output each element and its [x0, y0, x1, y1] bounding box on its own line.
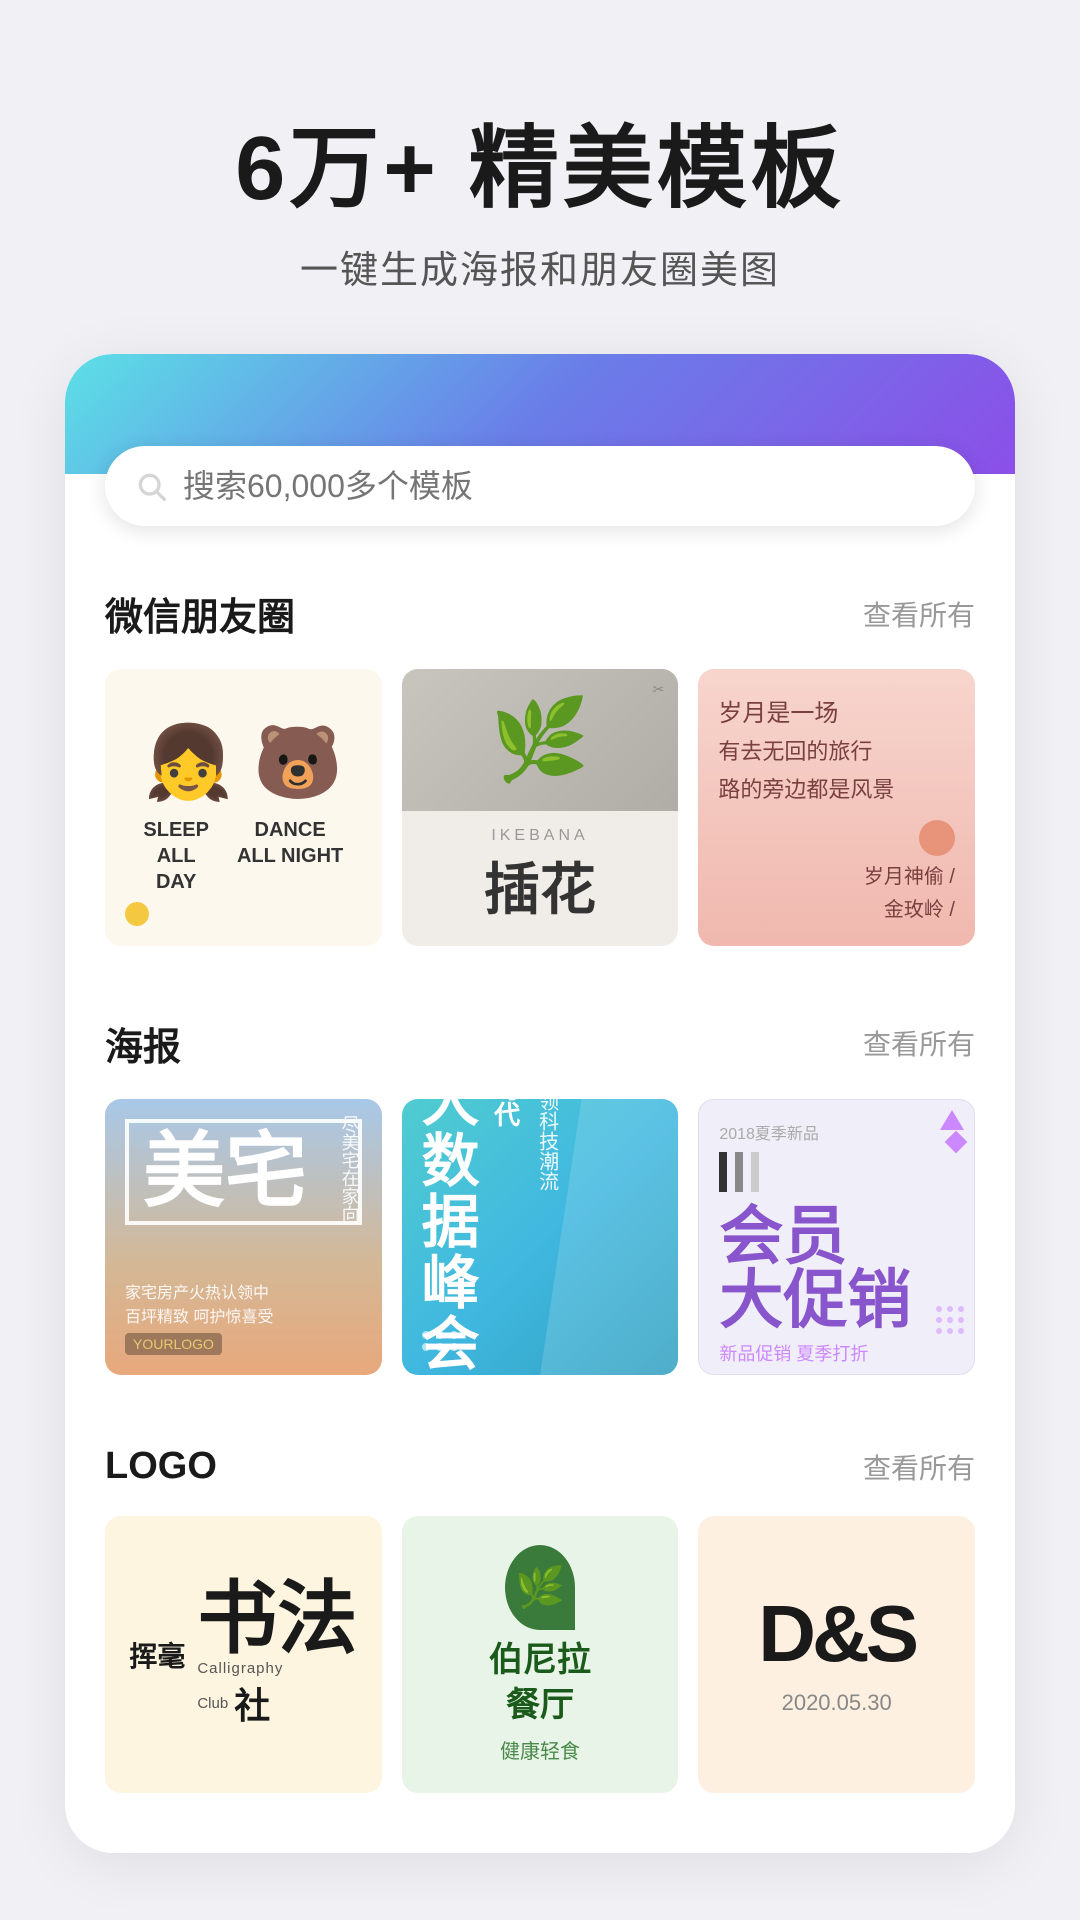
wechat-section-header: 微信朋友圈 查看所有: [105, 586, 975, 641]
header-subtitle: 一键生成海报和朋友圈美图: [80, 239, 1000, 294]
header-title: 6万+ 精美模板: [80, 120, 1000, 219]
card-label-row: SLEEPALLDAY DANCEALL NIGHT: [143, 817, 343, 895]
poster-section-title: 海报: [105, 1016, 181, 1071]
main-card: 微信朋友圈 查看所有 👧 🐻 SLEEPALLDAY DANCEALL NIGH…: [65, 354, 1015, 1853]
ikebana-scissors: ✂: [653, 681, 667, 698]
poster3-stripes: [719, 1152, 954, 1192]
poster-template-3[interactable]: 2018夏季新品 会员大促销 新品促销 夏季打折 2019.5.03.01~03…: [698, 1099, 975, 1376]
deco-triangle: [940, 1110, 964, 1130]
logo-template-3[interactable]: D&S 2020.05.30: [698, 1516, 975, 1793]
search-bar[interactable]: [105, 446, 975, 526]
logo-view-all[interactable]: 查看所有: [863, 1447, 975, 1487]
poster-section: 海报 查看所有 美宅 尽美宅在家向 家宅房产火热认领中百坪精致 呵护惊喜受 YO…: [65, 1016, 1015, 1376]
emoji-row: 👧 🐻: [144, 720, 343, 805]
wechat-section-title: 微信朋友圈: [105, 586, 295, 641]
logo1-calligraphy-en: Calligraphy: [197, 1660, 283, 1677]
poster3-main-text: 会员大促销: [719, 1204, 954, 1332]
logo3-main: D&S: [758, 1594, 915, 1674]
author1: 岁月神偷 /: [864, 860, 955, 889]
dance-label: DANCEALL NIGHT: [237, 817, 343, 895]
poster-view-all[interactable]: 查看所有: [863, 1023, 975, 1063]
sleep-emoji: 👧: [144, 720, 234, 805]
logo1-brushstroke-cn: 挥毫: [129, 1635, 185, 1675]
poster1-right-text: 尽美宅在家向: [333, 1115, 365, 1223]
author2: 金玫岭 /: [884, 893, 955, 922]
header: 6万+ 精美模板 一键生成海报和朋友圈美图: [0, 0, 1080, 354]
logo-section-header: LOGO 查看所有: [105, 1445, 975, 1488]
poem-line2: 有去无回的旅行: [718, 734, 955, 766]
logo1-left: 挥毫: [129, 1635, 185, 1675]
logo1-main-cn: 书法: [197, 1580, 357, 1660]
poem-line3: 路的旁边都是风景: [718, 772, 955, 804]
wechat-template-3[interactable]: 岁月是一场 有去无回的旅行 路的旁边都是风景 岁月神偷 / 金玫岭 /: [698, 669, 975, 946]
logo-template-grid: 挥毫 书法 Calligraphy Club 社 🌿: [105, 1516, 975, 1793]
poem-text: 岁月是一场 有去无回的旅行 路的旁边都是风景: [718, 693, 955, 804]
logo3-date: 2020.05.30: [782, 1690, 892, 1716]
poster3-year: 2018夏季新品: [719, 1120, 954, 1144]
wechat-card-1-content: 👧 🐻 SLEEPALLDAY DANCEALL NIGHT: [143, 720, 343, 895]
poster2-right: 时代: [488, 1099, 525, 1128]
search-wrapper: [65, 446, 1015, 526]
poster-section-header: 海报 查看所有: [105, 1016, 975, 1071]
logo-section-title: LOGO: [105, 1445, 217, 1488]
logo2-sub: 健康轻食: [500, 1735, 580, 1764]
poster1-sub-text: 家宅房产火热认领中百坪精致 呵护惊喜受: [125, 1279, 362, 1327]
poster-template-grid: 美宅 尽美宅在家向 家宅房产火热认领中百坪精致 呵护惊喜受 YOURLOGO Y…: [105, 1099, 975, 1376]
wechat-template-grid: 👧 🐻 SLEEPALLDAY DANCEALL NIGHT 🌿 ✂: [105, 669, 975, 946]
wechat-section: 微信朋友圈 查看所有 👧 🐻 SLEEPALLDAY DANCEALL NIGH…: [65, 586, 1015, 946]
wechat-view-all[interactable]: 查看所有: [863, 594, 975, 634]
wechat-template-2[interactable]: 🌿 ✂ IKEBANA 插花: [402, 669, 679, 946]
poster3-top-info: 2018夏季新品: [719, 1120, 954, 1144]
logo1-club-row: Club 社: [197, 1677, 270, 1729]
poem-circle: [919, 820, 955, 856]
logo-template-1[interactable]: 挥毫 书法 Calligraphy Club 社: [105, 1516, 382, 1793]
poster-template-1[interactable]: 美宅 尽美宅在家向 家宅房产火热认领中百坪精致 呵护惊喜受 YOURLOGO: [105, 1099, 382, 1376]
poster2-wave-dots: [422, 1331, 458, 1355]
logo1-right: 书法 Calligraphy Club 社: [197, 1580, 357, 1729]
poster1-big-char: 美宅: [125, 1119, 362, 1225]
wechat-template-1[interactable]: 👧 🐻 SLEEPALLDAY DANCEALL NIGHT: [105, 669, 382, 946]
logo1-club-en: Club: [197, 1695, 228, 1712]
ikebana-en: IKEBANA: [491, 827, 588, 845]
logo2-name: 伯尼拉餐厅: [489, 1638, 591, 1726]
ikebana-image-area: 🌿 ✂: [402, 669, 679, 811]
stripe-2: [735, 1152, 743, 1192]
poem-line1: 岁月是一场: [718, 693, 955, 728]
search-input[interactable]: [183, 468, 945, 505]
search-icon: [135, 470, 167, 502]
poster1-bottom-area: 家宅房产火热认领中百坪精致 呵护惊喜受 YOURLOGO: [125, 1279, 362, 1355]
poster2-right2: 引领科技潮流: [533, 1099, 561, 1192]
stripe-1: [719, 1152, 727, 1192]
poster3-corner-deco: [940, 1110, 964, 1150]
poster1-logo: YOURLOGO: [125, 1333, 222, 1355]
ikebana-cn: 插花: [484, 845, 596, 926]
poem-author: 岁月神偷 / 金玫岭 /: [718, 820, 955, 922]
sleep-label: SLEEPALLDAY: [143, 817, 209, 895]
poster-template-2[interactable]: YOURLOGO 大数据峰会 时代 引领科技潮流 大数据时代我们一起学进步: [402, 1099, 679, 1376]
poster3-dots-deco: [936, 1306, 964, 1334]
stripe-3: [751, 1152, 759, 1192]
dance-emoji: 🐻: [253, 720, 343, 805]
logo1-club-cn: 社: [234, 1677, 270, 1729]
logo1-content: 挥毫 书法 Calligraphy Club 社: [129, 1580, 357, 1729]
logo-section: LOGO 查看所有 挥毫 书法 Calligraphy Club 社: [65, 1445, 1015, 1793]
poster3-sub-text: 新品促销 夏季打折: [719, 1340, 954, 1366]
card-dot: [125, 902, 149, 926]
poster3-detail: 2019.5.03.01~03.08活动期间礼品一件活动详情请咨询: [719, 1372, 954, 1376]
ikebana-text-area: IKEBANA 插花: [402, 811, 679, 946]
logo-template-2[interactable]: 🌿 伯尼拉餐厅 健康轻食: [402, 1516, 679, 1793]
plant-emoji: 🌿: [490, 693, 590, 787]
logo2-leaf-icon: 🌿: [505, 1545, 575, 1630]
deco-diamond: [945, 1130, 968, 1153]
